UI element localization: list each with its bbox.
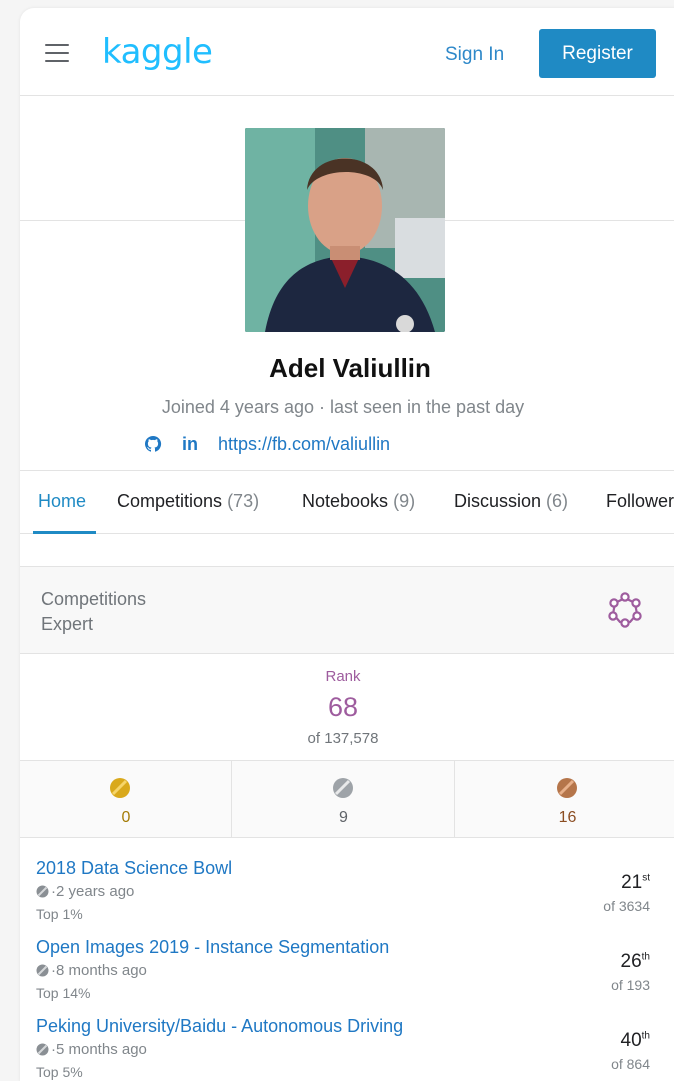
competition-age-text: ·2 years ago <box>51 883 135 900</box>
tab-discussion[interactable]: Discussion (6) <box>454 491 568 512</box>
competition-top: Top 1% <box>36 906 83 922</box>
competition-place: 26th <box>621 951 650 973</box>
rank-total: of 137,578 <box>307 730 379 747</box>
medal-summary: 0 9 16 <box>20 760 674 838</box>
bronze-count: 16 <box>558 809 577 826</box>
avatar <box>245 128 445 332</box>
tab-home[interactable]: Home <box>38 491 86 512</box>
tab-count: (73) <box>227 491 260 511</box>
top-bar: kaggle Sign In Register <box>20 8 674 96</box>
rank-value: 68 <box>327 692 359 722</box>
silver-medal-icon <box>36 885 49 898</box>
tier-label: Competitions Expert <box>41 587 146 637</box>
competition-item: Peking University/Baidu - Autonomous Dri… <box>36 1016 674 1081</box>
place-suffix: st <box>642 872 650 884</box>
joined-status: Joined 4 years ago · last seen in the pa… <box>161 397 525 417</box>
competition-title[interactable]: 2018 Data Science Bowl <box>36 858 232 879</box>
profile-name: Adel Valiullin <box>269 353 431 383</box>
github-icon[interactable] <box>144 435 162 453</box>
tier-category: Competitions <box>41 589 147 609</box>
gold-medal-cell: 0 <box>20 761 232 837</box>
competition-title[interactable]: Open Images 2019 - Instance Segmentation <box>36 937 389 958</box>
tier-box: Competitions Expert <box>20 566 674 654</box>
bronze-medal-cell: 16 <box>455 761 674 837</box>
silver-medal-icon <box>36 1043 49 1056</box>
silver-medal-icon <box>333 778 353 798</box>
competition-age: ·2 years ago <box>36 883 134 900</box>
competition-place: 40th <box>621 1030 650 1052</box>
tab-label: Followers <box>606 491 674 511</box>
rank-label: Rank <box>325 668 361 685</box>
tab-count: (9) <box>393 491 416 511</box>
competition-place: 21st <box>621 872 650 894</box>
competition-total: of 864 <box>611 1056 650 1072</box>
place-suffix: th <box>641 1030 650 1042</box>
place-suffix: th <box>641 951 650 963</box>
register-button[interactable]: Register <box>539 29 656 78</box>
bronze-medal-icon <box>557 778 577 798</box>
competition-top: Top 5% <box>36 1064 83 1080</box>
competition-age: ·5 months ago <box>36 1041 147 1058</box>
tier-level: Expert <box>41 614 94 634</box>
competition-total: of 193 <box>611 977 650 993</box>
tab-label: Home <box>38 491 87 511</box>
tab-label: Discussion <box>454 491 542 511</box>
competition-age-text: ·8 months ago <box>51 962 147 979</box>
profile-tabs: Home Competitions (73) Notebooks (9) Dis… <box>20 470 674 534</box>
expert-tier-icon <box>608 592 642 628</box>
place-number: 40 <box>620 1030 642 1051</box>
tab-competitions[interactable]: Competitions (73) <box>117 491 259 512</box>
competition-age-text: ·5 months ago <box>51 1041 147 1058</box>
sign-in-link[interactable]: Sign In <box>445 44 504 66</box>
website-link[interactable]: https://fb.com/valiullin <box>218 434 390 455</box>
menu-icon[interactable] <box>45 44 69 62</box>
profile-card: kaggle Sign In Register Adel Valiullin J… <box>20 8 674 1081</box>
tab-label: Competitions <box>117 491 223 511</box>
competition-total: of 3634 <box>603 898 650 914</box>
silver-medal-icon <box>36 964 49 977</box>
silver-medal-cell: 9 <box>232 761 455 837</box>
gold-medal-icon <box>110 778 130 798</box>
silver-count: 9 <box>339 809 348 826</box>
competition-age: ·8 months ago <box>36 962 147 979</box>
linkedin-icon[interactable]: in <box>182 434 198 455</box>
tab-label: Notebooks <box>302 491 389 511</box>
kaggle-logo[interactable]: kaggle <box>102 32 213 72</box>
tab-notebooks[interactable]: Notebooks (9) <box>302 491 415 512</box>
competition-title[interactable]: Peking University/Baidu - Autonomous Dri… <box>36 1016 403 1037</box>
social-links: in https://fb.com/valiullin <box>144 431 390 457</box>
gold-count: 0 <box>121 809 131 826</box>
tab-count: (6) <box>546 491 569 511</box>
place-number: 21 <box>621 872 643 893</box>
active-tab-indicator <box>33 531 96 534</box>
competition-item: Open Images 2019 - Instance Segmentation… <box>36 937 674 1015</box>
tab-followers[interactable]: Followers <box>606 491 674 512</box>
competition-top: Top 14% <box>36 985 91 1001</box>
competition-item: 2018 Data Science Bowl ·2 years ago Top … <box>36 858 674 936</box>
place-number: 26 <box>620 951 642 972</box>
